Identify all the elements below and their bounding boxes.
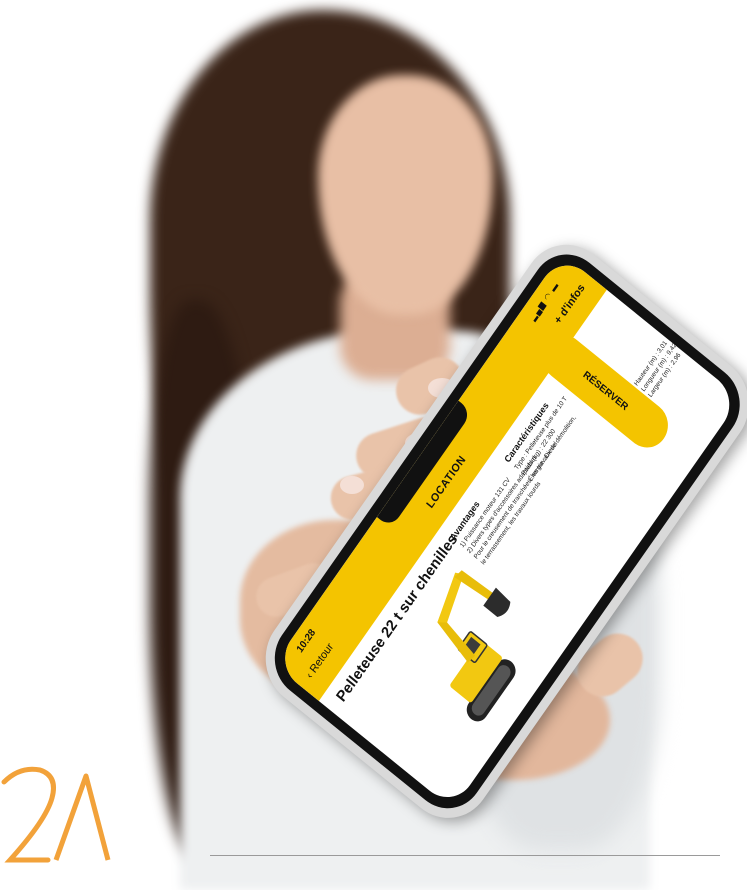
status-time: 10:28 bbox=[294, 627, 319, 656]
middle-nail bbox=[340, 476, 364, 494]
divider-line bbox=[210, 855, 720, 856]
dimension-line: Longueur (m) : 9,42 bbox=[640, 341, 679, 394]
brand-logo bbox=[1, 766, 111, 863]
excavator-image bbox=[437, 570, 516, 722]
